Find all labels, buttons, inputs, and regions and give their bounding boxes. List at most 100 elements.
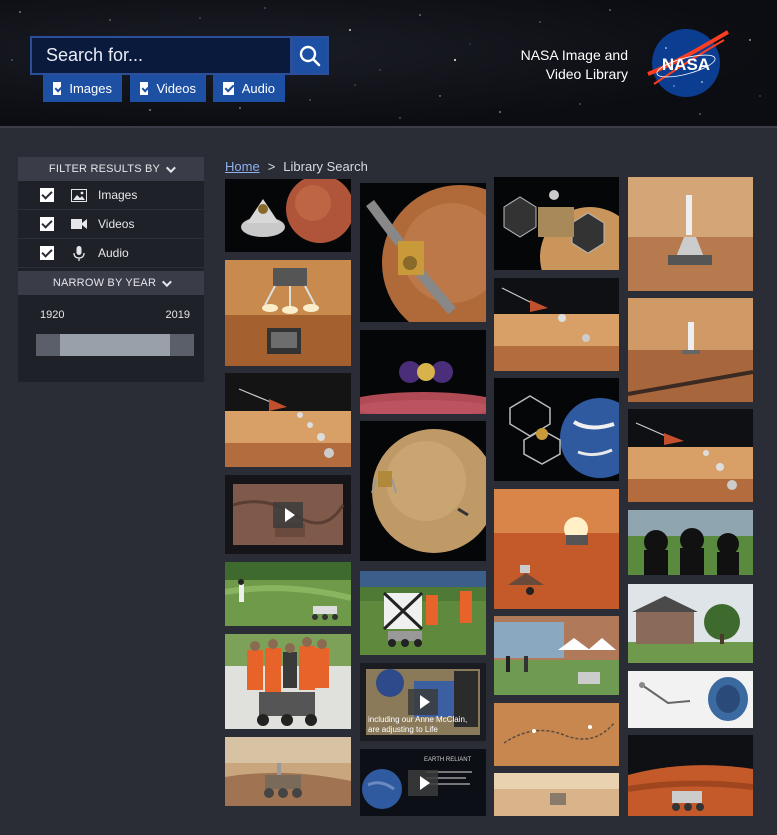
tile-image xyxy=(360,571,486,655)
images-type-checkbox[interactable]: Images xyxy=(43,75,122,102)
tile-image xyxy=(628,298,753,402)
year-range-labels: 1920 2019 xyxy=(18,295,204,331)
result-tile[interactable] xyxy=(494,773,619,816)
result-tile[interactable] xyxy=(494,378,619,481)
result-tile[interactable] xyxy=(628,510,753,575)
tile-image xyxy=(628,671,753,728)
tile-image xyxy=(360,330,486,414)
tile-image xyxy=(225,634,351,729)
audio-type-checkbox[interactable]: Audio xyxy=(213,75,285,102)
play-icon[interactable] xyxy=(273,501,303,528)
tile-image xyxy=(225,562,351,626)
tile-image xyxy=(225,179,351,252)
video-tile[interactable]: including our Anne McClain, are adjustin… xyxy=(360,663,486,741)
filter-videos[interactable]: Videos xyxy=(18,210,204,239)
microphone-icon xyxy=(70,245,88,261)
nasa-logo[interactable]: NASA xyxy=(644,26,730,100)
search-button[interactable] xyxy=(291,36,329,75)
filter-audio-label: Audio xyxy=(98,246,129,260)
result-tile[interactable] xyxy=(360,183,486,322)
tile-image xyxy=(628,584,753,663)
filter-results-heading: FILTER RESULTS BY xyxy=(48,163,161,175)
tile-image xyxy=(494,278,619,371)
video-caption: including our Anne McClain, are adjustin… xyxy=(368,715,468,734)
tile-image xyxy=(494,489,619,609)
breadcrumb-current: Library Search xyxy=(283,159,368,174)
breadcrumb: Home > Library Search xyxy=(225,159,368,174)
chevron-down-icon xyxy=(162,276,172,287)
narrow-by-year-toggle[interactable]: NARROW BY YEAR xyxy=(18,271,204,295)
result-tile[interactable] xyxy=(628,409,753,502)
video-camera-icon xyxy=(70,217,88,231)
filter-images-label: Images xyxy=(98,188,138,202)
nasa-logo-text: NASA xyxy=(662,55,710,74)
tile-image xyxy=(628,177,753,291)
result-tile[interactable] xyxy=(628,584,753,663)
site-header: Images Videos Audio NASA Image and Video… xyxy=(0,0,777,128)
result-tile[interactable] xyxy=(225,634,351,729)
tile-image xyxy=(225,260,351,366)
result-tile[interactable] xyxy=(360,571,486,655)
result-tile[interactable] xyxy=(225,737,351,806)
narrow-by-year-heading: NARROW BY YEAR xyxy=(52,277,157,289)
year-end-handle[interactable] xyxy=(170,334,194,356)
tile-image xyxy=(628,510,753,575)
tile-image xyxy=(628,735,753,816)
tile-image xyxy=(628,409,753,502)
checkbox-checked-icon xyxy=(53,82,62,95)
breadcrumb-separator: > xyxy=(267,159,276,174)
play-icon[interactable] xyxy=(408,769,438,796)
search-icon xyxy=(299,45,321,66)
chevron-down-icon xyxy=(166,162,176,173)
result-tile[interactable] xyxy=(494,616,619,695)
tile-image xyxy=(494,177,619,270)
filter-audio[interactable]: Audio xyxy=(18,239,204,268)
videos-type-label: Videos xyxy=(156,81,196,96)
filter-results-toggle[interactable]: FILTER RESULTS BY xyxy=(18,157,204,181)
result-tile[interactable] xyxy=(494,278,619,371)
result-tile[interactable] xyxy=(360,421,486,561)
result-tile[interactable] xyxy=(494,177,619,270)
video-tile[interactable]: EARTH RELIANT xyxy=(360,749,486,816)
site-title-line-2: Video Library xyxy=(545,66,628,82)
checkbox-checked-icon xyxy=(40,188,54,202)
checkbox-checked-icon xyxy=(223,82,234,95)
tile-image xyxy=(494,378,619,481)
year-end-label: 2019 xyxy=(165,309,190,321)
year-start-handle[interactable] xyxy=(36,334,60,356)
result-tile[interactable] xyxy=(494,703,619,766)
result-tile[interactable] xyxy=(225,562,351,626)
image-icon xyxy=(70,188,88,202)
tile-image xyxy=(360,421,486,561)
result-tile[interactable] xyxy=(628,671,753,728)
result-tile[interactable] xyxy=(360,330,486,414)
checkbox-checked-icon xyxy=(40,217,54,231)
tile-image xyxy=(360,183,486,322)
result-tile[interactable] xyxy=(225,373,351,467)
site-title: NASA Image and Video Library xyxy=(500,46,628,84)
tile-image xyxy=(494,773,619,816)
result-tile[interactable] xyxy=(494,489,619,609)
tile-image xyxy=(494,616,619,695)
result-tile[interactable] xyxy=(628,298,753,402)
site-title-line-1: NASA Image and xyxy=(520,47,628,63)
images-type-label: Images xyxy=(69,81,112,96)
filter-videos-label: Videos xyxy=(98,217,135,231)
checkbox-checked-icon xyxy=(40,246,54,260)
breadcrumb-home-link[interactable]: Home xyxy=(225,159,260,174)
result-tile[interactable] xyxy=(225,179,351,252)
checkbox-checked-icon xyxy=(140,82,149,95)
result-tile[interactable] xyxy=(225,260,351,366)
result-tile[interactable] xyxy=(628,177,753,291)
tile-image xyxy=(494,703,619,766)
tile-image xyxy=(225,737,351,806)
audio-type-label: Audio xyxy=(241,81,275,96)
filter-sidebar: FILTER RESULTS BY Images Videos Audio NA… xyxy=(18,157,204,382)
play-icon[interactable] xyxy=(408,689,438,715)
video-tile[interactable] xyxy=(225,475,351,554)
filter-images[interactable]: Images xyxy=(18,181,204,210)
tile-image xyxy=(225,373,351,467)
result-tile[interactable] xyxy=(628,735,753,816)
videos-type-checkbox[interactable]: Videos xyxy=(130,75,206,102)
search-input[interactable] xyxy=(30,36,292,75)
